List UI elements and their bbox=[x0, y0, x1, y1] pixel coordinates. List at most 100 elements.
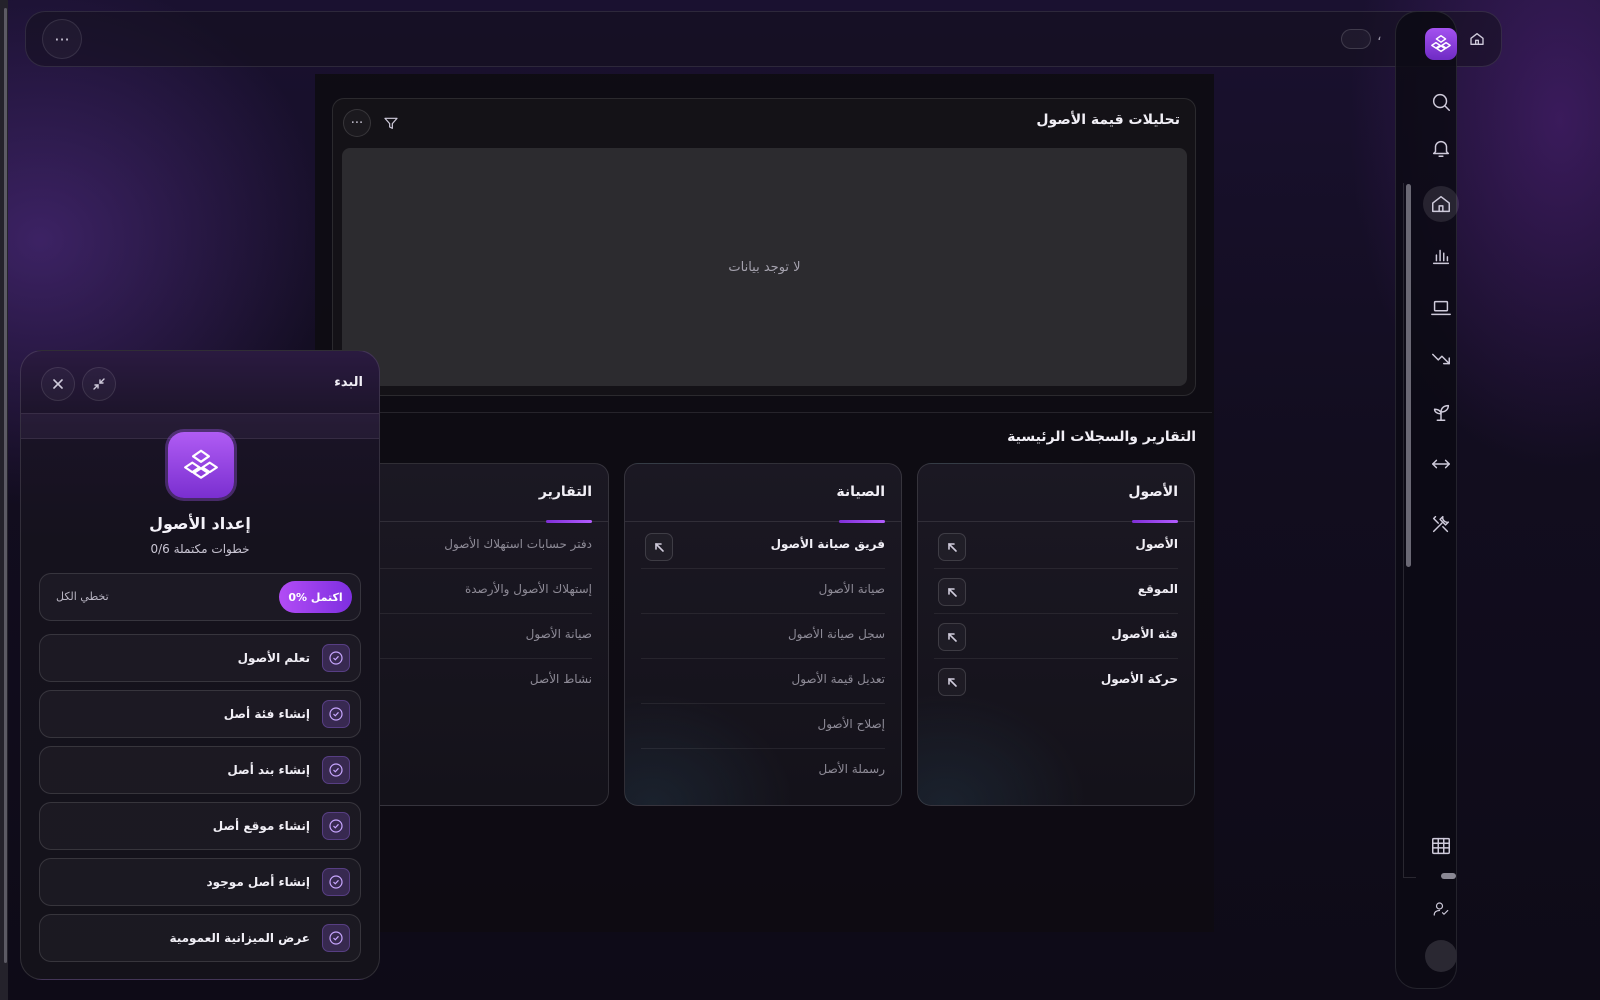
bar-chart-icon[interactable] bbox=[1425, 240, 1457, 272]
close-icon bbox=[53, 379, 63, 389]
table-icon[interactable] bbox=[1425, 830, 1457, 862]
step-label: عرض الميزانية العمومية bbox=[169, 931, 310, 945]
analytics-more-button[interactable]: ··· bbox=[343, 109, 371, 137]
step-label: إنشاء أصل موجود bbox=[206, 875, 310, 889]
more-icon: ··· bbox=[350, 115, 364, 131]
onboarding-heading: إعداد الأصول bbox=[149, 514, 251, 533]
onboarding-step[interactable]: عرض الميزانية العمومية bbox=[39, 914, 361, 962]
maintenance-card-title: الصيانة bbox=[836, 484, 885, 500]
onboarding-header: البدء bbox=[21, 351, 379, 413]
assets-logo-icon[interactable] bbox=[1425, 28, 1457, 60]
list-item-label: فريق صيانة الأصول bbox=[770, 537, 885, 551]
list-item[interactable]: دفتر حسابات استهلاك الأصول bbox=[348, 524, 592, 569]
list-item[interactable]: الموقع bbox=[934, 569, 1178, 614]
arrow-up-left-icon bbox=[948, 678, 957, 687]
onboarding-step[interactable]: تعلم الأصول bbox=[39, 634, 361, 682]
open-link-button[interactable] bbox=[645, 533, 673, 561]
open-link-button[interactable] bbox=[938, 668, 966, 696]
list-item-label: إصلاح الأصول bbox=[817, 717, 885, 731]
list-item-label: سجل صيانة الأصول bbox=[787, 627, 885, 641]
section-divider bbox=[380, 412, 1212, 413]
check-circle-icon bbox=[322, 812, 350, 840]
top-bar: ··· ، / bbox=[25, 11, 1502, 67]
list-item[interactable]: صيانة الأصول bbox=[641, 569, 885, 614]
assets-card: الأصول الأصول الموقع فئة الأصول حركة الأ… bbox=[917, 463, 1195, 806]
arrow-up-left-icon bbox=[655, 543, 664, 552]
list-item[interactable]: تعديل قيمة الأصول bbox=[641, 659, 885, 704]
rail-scrollbar[interactable] bbox=[1406, 184, 1411, 567]
search-icon[interactable] bbox=[1425, 86, 1457, 118]
open-link-button[interactable] bbox=[938, 578, 966, 606]
onboarding-step[interactable]: إنشاء بند أصل bbox=[39, 746, 361, 794]
step-label: إنشاء فئة أصل bbox=[223, 707, 310, 721]
assets-card-underline bbox=[1132, 520, 1178, 523]
list-item[interactable]: صيانة الأصول bbox=[348, 614, 592, 659]
list-item-label: الموقع bbox=[1137, 582, 1178, 596]
theme-toggle[interactable] bbox=[1341, 29, 1371, 49]
breadcrumb-dot: ، bbox=[1377, 28, 1382, 44]
arrow-up-left-icon bbox=[948, 633, 957, 642]
step-label: تعلم الأصول bbox=[237, 651, 310, 665]
list-item-label: فئة الأصول bbox=[1111, 627, 1178, 641]
progress-badge: 0% اكتمل bbox=[279, 581, 352, 613]
onboarding-step[interactable]: إنشاء أصل موجود bbox=[39, 858, 361, 906]
list-item-label: صيانة الأصول bbox=[525, 627, 592, 641]
minimize-icon bbox=[93, 378, 105, 390]
sprout-icon[interactable] bbox=[1425, 396, 1457, 428]
reports-card-underline bbox=[546, 520, 592, 523]
user-check-icon[interactable] bbox=[1425, 893, 1457, 925]
onboarding-panel: البدء إعداد الأصول 0/6 خطوات مكتملة 0% ا… bbox=[20, 350, 380, 980]
list-item-label: دفتر حسابات استهلاك الأصول bbox=[444, 537, 592, 551]
left-scrollbar[interactable] bbox=[0, 0, 8, 1000]
home-icon[interactable] bbox=[1423, 186, 1459, 222]
open-link-button[interactable] bbox=[938, 533, 966, 561]
list-item[interactable]: إصلاح الأصول bbox=[641, 704, 885, 749]
assets-card-header: الأصول bbox=[918, 464, 1194, 523]
skip-all-button[interactable]: تخطي الكل bbox=[56, 590, 109, 603]
maintenance-card-header: الصيانة bbox=[625, 464, 901, 523]
chart-empty-area: لا توجد بيانات bbox=[342, 148, 1187, 386]
onboarding-step[interactable]: إنشاء فئة أصل bbox=[39, 690, 361, 738]
empty-message: لا توجد بيانات bbox=[728, 259, 801, 275]
step-label: إنشاء موقع أصل bbox=[212, 819, 310, 833]
reports-card-title: التقارير bbox=[538, 484, 592, 500]
check-circle-icon bbox=[322, 700, 350, 728]
arrows-horizontal-icon[interactable] bbox=[1425, 448, 1457, 480]
more-options-button[interactable]: ··· bbox=[42, 19, 82, 59]
maintenance-card: الصيانة فريق صيانة الأصول صيانة الأصول س… bbox=[624, 463, 902, 806]
more-icon: ··· bbox=[54, 29, 70, 49]
list-item[interactable]: حركة الأصول bbox=[934, 659, 1178, 704]
trend-down-icon[interactable] bbox=[1425, 343, 1457, 375]
list-item-label: صيانة الأصول bbox=[818, 582, 885, 596]
check-circle-icon bbox=[322, 868, 350, 896]
list-item[interactable]: سجل صيانة الأصول bbox=[641, 614, 885, 659]
list-item-label: نشاط الأصل bbox=[529, 672, 592, 686]
onboarding-step[interactable]: إنشاء موقع أصل bbox=[39, 802, 361, 850]
arrow-up-left-icon bbox=[948, 588, 957, 597]
laptop-icon[interactable] bbox=[1425, 292, 1457, 324]
filter-button[interactable] bbox=[377, 109, 405, 137]
breadcrumb-home-icon[interactable] bbox=[1467, 29, 1487, 49]
bell-icon[interactable] bbox=[1425, 132, 1457, 164]
assets-logo-icon bbox=[168, 432, 234, 498]
open-link-button[interactable] bbox=[938, 623, 966, 651]
list-item-label: حركة الأصول bbox=[1100, 672, 1178, 686]
list-item[interactable]: فئة الأصول bbox=[934, 614, 1178, 659]
tools-icon[interactable] bbox=[1425, 508, 1457, 540]
section-title: التقارير والسجلات الرئيسية bbox=[1007, 429, 1196, 445]
list-item[interactable]: فريق صيانة الأصول bbox=[641, 524, 885, 569]
filter-icon bbox=[384, 117, 398, 129]
list-item[interactable]: رسملة الأصل bbox=[641, 749, 885, 794]
minimize-button[interactable] bbox=[82, 367, 116, 401]
rail-horizontal-scrollbar[interactable] bbox=[1441, 873, 1456, 879]
list-item-label: الأصول bbox=[1135, 537, 1178, 551]
list-item[interactable]: الأصول bbox=[934, 524, 1178, 569]
check-circle-icon bbox=[322, 756, 350, 784]
asset-value-analytics-card: تحليلات قيمة الأصول ··· لا توجد بيانات bbox=[332, 98, 1196, 396]
list-item[interactable]: نشاط الأصل bbox=[348, 659, 592, 704]
list-item[interactable]: إستهلاك الأصول والأرصدة bbox=[348, 569, 592, 614]
analytics-title: تحليلات قيمة الأصول bbox=[1036, 112, 1180, 128]
list-item-label: تعديل قيمة الأصول bbox=[791, 672, 886, 686]
close-button[interactable] bbox=[41, 367, 75, 401]
avatar[interactable] bbox=[1425, 940, 1457, 972]
